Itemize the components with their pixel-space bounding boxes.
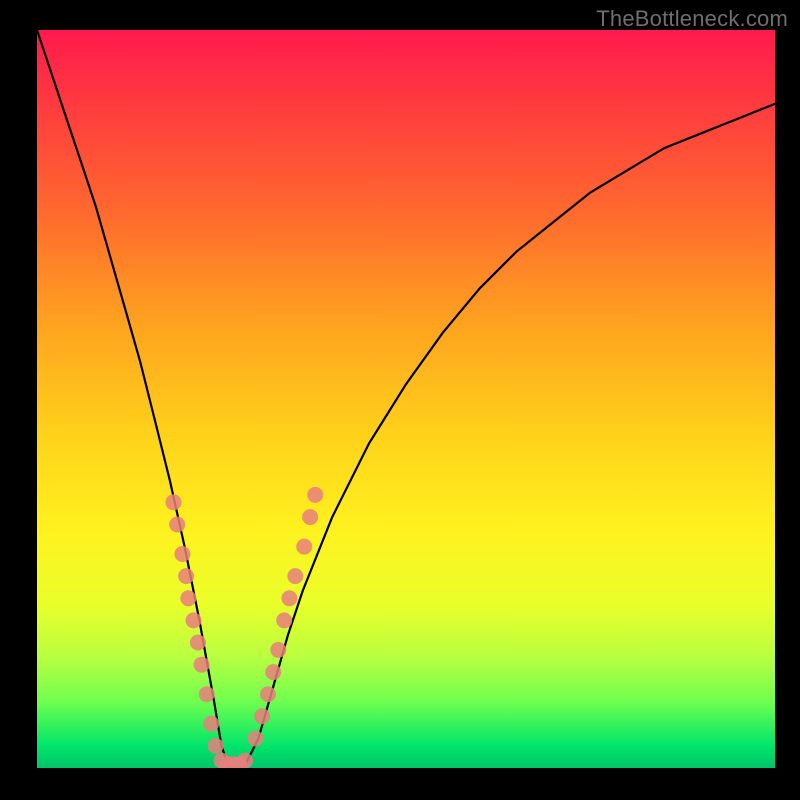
highlight-dot [190,635,206,651]
highlight-dot [186,612,202,628]
bottleneck-curve [37,30,775,768]
highlight-dot [254,708,270,724]
plot-area [37,30,775,768]
highlight-dot [296,539,312,555]
highlight-dot [180,590,196,606]
highlight-dot [194,657,210,673]
highlight-dots [166,487,324,768]
highlight-dot [169,517,185,533]
highlight-dot [247,731,263,747]
highlight-dot [203,716,219,732]
highlight-dot [178,568,194,584]
highlight-dot [302,509,318,525]
highlight-dot [237,753,253,768]
highlight-dot [260,686,276,702]
highlight-dot [174,546,190,562]
chart-frame: TheBottleneck.com [0,0,800,800]
highlight-dot [199,686,215,702]
highlight-dot [287,568,303,584]
highlight-dot [208,738,224,754]
highlight-dot [281,590,297,606]
highlight-dot [270,642,286,658]
watermark-text: TheBottleneck.com [596,6,788,32]
bottleneck-curve-svg [37,30,775,768]
highlight-dot [265,664,281,680]
highlight-dot [166,494,182,510]
highlight-dot [307,487,323,503]
highlight-dot [276,612,292,628]
